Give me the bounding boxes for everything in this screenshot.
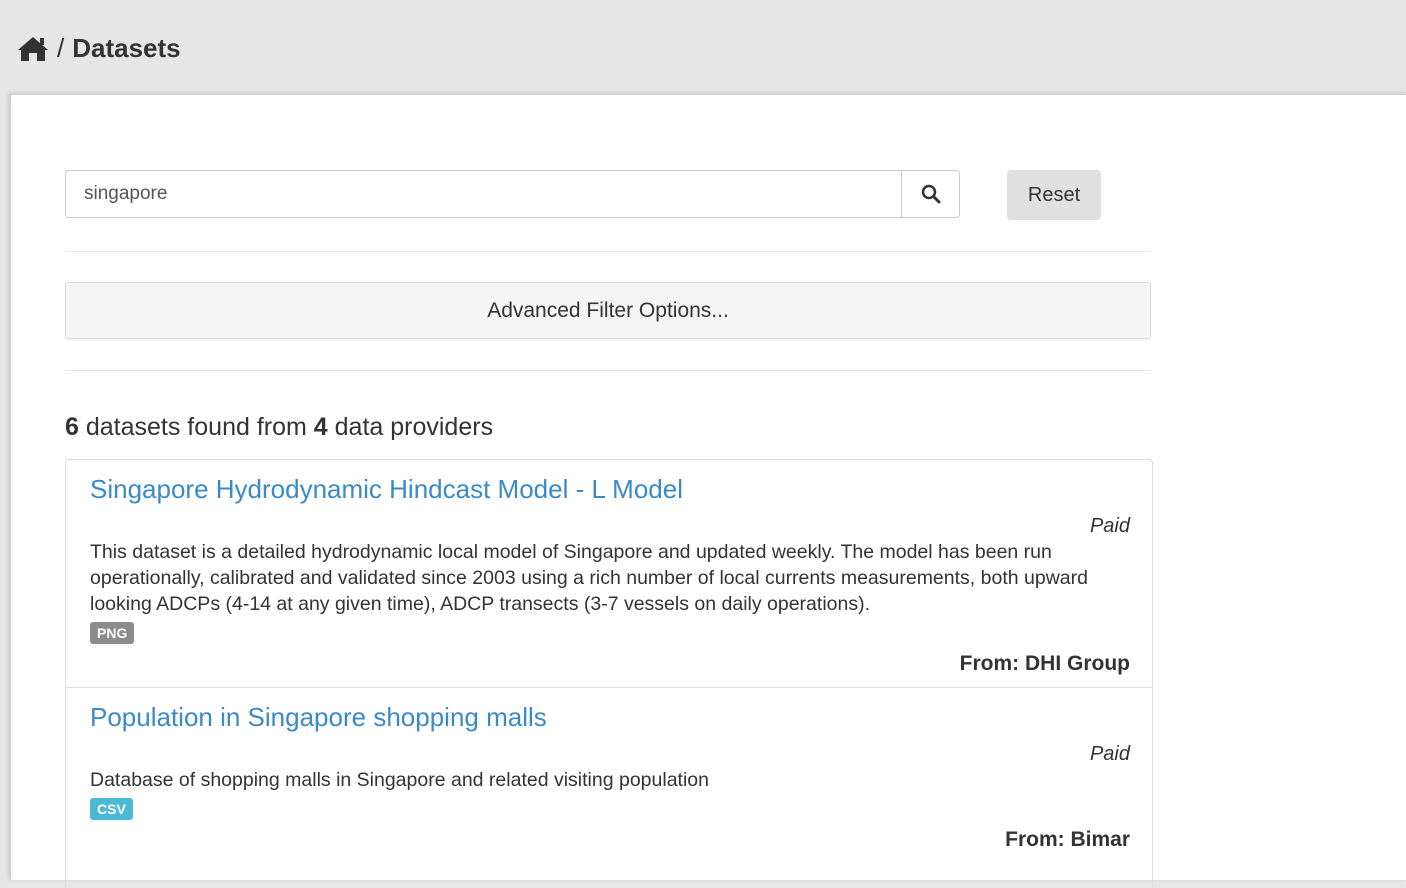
top-bar: / Datasets	[0, 0, 1406, 95]
price-label: Paid	[1089, 743, 1130, 765]
reset-button[interactable]: Reset	[1007, 170, 1101, 220]
divider	[65, 370, 1151, 371]
search-icon	[921, 184, 940, 204]
dataset-description: Database of shopping malls in Singapore …	[90, 769, 709, 791]
results-summary: 6 datasets found from 4 data providers	[65, 413, 493, 442]
provider-count: 4	[313, 413, 328, 441]
dataset-description: This dataset is a detailed hydrodynamic …	[90, 541, 1088, 615]
dataset-count: 6	[65, 413, 79, 441]
summary-text-end: data providers	[334, 413, 494, 441]
breadcrumb-current: Datasets	[72, 33, 181, 63]
result-list: Singapore Hydrodynamic Hindcast Model - …	[65, 459, 1153, 888]
advanced-filter-button[interactable]: Advanced Filter Options...	[65, 282, 1151, 339]
price-label: Paid	[1089, 515, 1130, 537]
provider-label: From: Bimar	[1005, 828, 1130, 851]
format-badge: CSV	[90, 798, 133, 820]
search-group	[65, 170, 960, 218]
format-badge: PNG	[90, 622, 135, 644]
home-icon[interactable]	[17, 35, 49, 63]
dataset-title-link[interactable]: Population in Singapore shopping malls	[90, 702, 547, 733]
search-button[interactable]	[901, 170, 960, 218]
dataset-title-link[interactable]: Singapore Hydrodynamic Hindcast Model - …	[90, 474, 683, 505]
provider-label: From: DHI Group	[959, 652, 1130, 675]
list-item: Population in Singapore shopping malls P…	[66, 688, 1152, 888]
list-item: Singapore Hydrodynamic Hindcast Model - …	[66, 460, 1152, 688]
summary-text-middle: datasets found from	[85, 413, 307, 441]
search-input[interactable]	[65, 170, 901, 218]
divider	[65, 251, 1151, 252]
main-panel: Reset Advanced Filter Options... 6 datas…	[10, 94, 1406, 888]
breadcrumb-separator: /	[57, 33, 65, 63]
breadcrumb: / Datasets	[17, 33, 181, 64]
